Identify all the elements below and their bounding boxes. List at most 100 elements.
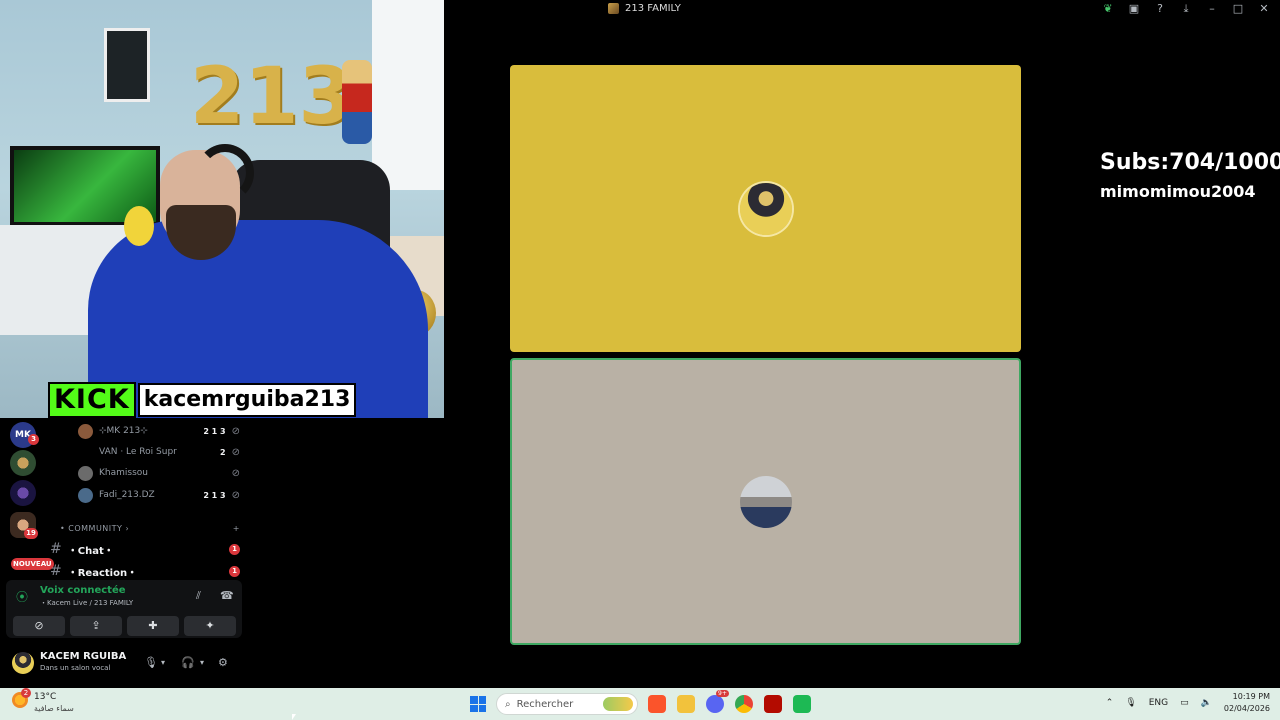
voice-member-name: VAN · Le Roi Supr <box>99 447 177 457</box>
room-number-balloons: 213 <box>190 52 353 142</box>
hash-icon: # <box>50 541 62 557</box>
activities-button[interactable]: ✚ <box>127 616 179 636</box>
search-box[interactable]: ⌕ Rechercher <box>496 693 638 715</box>
network-icon[interactable]: ▭ <box>1180 698 1189 708</box>
channel-name: ・Reaction・ <box>67 567 138 579</box>
weather-badge: 2 <box>21 688 31 698</box>
category-label: • COMMUNITY › <box>60 524 130 533</box>
discord-icon[interactable]: 9+ <box>706 690 729 713</box>
user-status: Dans un salon vocal <box>40 664 111 672</box>
wall-frame <box>104 28 150 102</box>
microphone-icon[interactable]: 🎙 <box>144 656 158 669</box>
channel-chat[interactable]: # ・Chat・ 1 <box>50 541 240 557</box>
voice-member[interactable]: Fadi_213.DZ 2 1 3 ⊘ <box>78 486 240 504</box>
voice-member[interactable]: Khamissou ⊘ <box>78 464 240 482</box>
title-bar: 213 FAMILY ❦ ▣ ? ⤓ – □ ✕ <box>444 0 1280 22</box>
brave-browser-icon[interactable] <box>648 695 666 713</box>
headset <box>196 144 254 202</box>
voice-member-name: Khamissou <box>99 468 148 478</box>
channel-reaction[interactable]: # ・Reaction・ 1 <box>50 563 240 579</box>
noise-suppression-icon[interactable]: ⫽ <box>196 589 201 603</box>
avatar <box>78 423 93 439</box>
jersey <box>372 0 444 190</box>
kick-logo: KICK <box>48 382 136 418</box>
video-tile-2[interactable] <box>510 358 1021 645</box>
kick-banner: KICK kacemrguiba213 <box>48 382 357 418</box>
voice-status[interactable]: Voix connectée <box>40 585 126 596</box>
unread-badge: 1 <box>229 565 240 577</box>
app-icon[interactable] <box>793 695 811 713</box>
clan-tag: 2 1 3 <box>203 490 226 500</box>
system-tray: ⌃ 🎙 ENG ▭ 🔈 10:19 PM 02/04/2026 <box>1106 691 1270 715</box>
voice-member-name: ⊹MK 213⊹ <box>99 426 148 436</box>
server-icon <box>608 3 619 14</box>
voice-member-name: Fadi_213.DZ <box>99 490 155 500</box>
maximize-icon[interactable]: □ <box>1232 3 1244 15</box>
microphone-tray-icon[interactable]: 🎙 <box>1125 698 1136 708</box>
headphones-icon[interactable]: 🎧 <box>181 656 195 669</box>
avatar <box>78 444 93 460</box>
nouveau-badge: NOUVEAU <box>11 558 54 570</box>
signal-icon[interactable]: ⦿ <box>16 588 28 605</box>
language-indicator[interactable]: ENG <box>1149 698 1168 708</box>
chrome-icon[interactable] <box>735 695 753 713</box>
server-badge: 19 <box>24 528 38 539</box>
screen-share-icon: ⇪ <box>91 619 101 632</box>
server-badge: 3 <box>28 434 39 445</box>
deafened-icon: ⊘ <box>231 467 240 479</box>
title-bar-controls: ❦ ▣ ? ⤓ – □ ✕ <box>1102 3 1270 15</box>
minimize-icon[interactable]: – <box>1206 3 1218 15</box>
adobe-acrobat-icon[interactable] <box>764 695 782 713</box>
voice-channel-path[interactable]: ・Kacem Live / 213 FAMILY <box>40 598 133 608</box>
add-channel-icon[interactable]: + <box>233 524 240 533</box>
help-icon[interactable]: ? <box>1154 3 1166 15</box>
clock[interactable]: 10:19 PM 02/04/2026 <box>1224 691 1270 715</box>
chevron-up-icon[interactable]: ⌃ <box>1106 698 1114 708</box>
leaf-icon[interactable]: ❦ <box>1102 3 1114 15</box>
search-highlight-art <box>603 697 633 711</box>
plush-toy <box>124 206 154 246</box>
user-avatar[interactable] <box>12 652 34 674</box>
chevron-down-icon[interactable]: ▾ <box>161 658 165 667</box>
temperature: 13°C <box>34 692 57 702</box>
soundboard-icon: ✦ <box>205 619 215 632</box>
file-explorer-icon[interactable] <box>677 695 695 713</box>
server-icon[interactable] <box>10 480 36 506</box>
mouse-cursor <box>292 714 296 720</box>
gear-icon[interactable]: ⚙ <box>218 656 228 669</box>
inbox-icon[interactable]: ▣ <box>1128 3 1140 15</box>
date: 02/04/2026 <box>1223 704 1270 713</box>
voice-member[interactable]: VAN · Le Roi Supr 2 ⊘ <box>78 443 240 461</box>
unread-badge: 1 <box>229 543 240 555</box>
window-title-area: 213 FAMILY <box>608 3 681 14</box>
clan-tag: 2 <box>220 447 226 457</box>
recent-subscriber: mimomimou2004 <box>1100 182 1256 201</box>
server-icon[interactable] <box>10 450 36 476</box>
participant-avatar <box>739 182 792 235</box>
user-name[interactable]: KACEM RGUIBA <box>40 651 126 662</box>
close-icon[interactable]: ✕ <box>1258 3 1270 15</box>
voice-member[interactable]: ⊹MK 213⊹ 2 1 3 ⊘ <box>78 422 240 440</box>
search-placeholder: Rechercher <box>516 698 574 710</box>
user-panel: KACEM RGUIBA Dans un salon vocal 🎙 ▾ 🎧 ▾… <box>6 646 242 682</box>
start-button[interactable] <box>470 696 486 712</box>
subs-counter: Subs:704/1000 <box>1100 150 1280 175</box>
activities-icon: ✚ <box>148 619 158 632</box>
camera-off-button[interactable]: ⊘ <box>13 616 65 636</box>
chevron-down-icon[interactable]: ▾ <box>200 658 204 667</box>
weather-widget[interactable]: 2 13°C سماء صافية <box>12 688 74 714</box>
discord-badge: 9+ <box>716 690 729 697</box>
screen: 213 KICK kacemrguiba213 213 FAMILY ❦ ▣ ?… <box>0 0 1280 720</box>
weather-description: سماء صافية <box>34 704 74 713</box>
window-title: 213 FAMILY <box>625 3 681 14</box>
category-community[interactable]: • COMMUNITY › + <box>60 524 240 533</box>
sun-icon: 2 <box>12 688 31 708</box>
volume-icon[interactable]: 🔈 <box>1201 698 1212 708</box>
soundboard-button[interactable]: ✦ <box>184 616 236 636</box>
clan-tag: 2 1 3 <box>203 426 226 436</box>
screen-share-button[interactable]: ⇪ <box>70 616 122 636</box>
disconnect-icon[interactable]: ☎ <box>220 589 234 602</box>
download-icon[interactable]: ⤓ <box>1180 3 1192 15</box>
deafened-icon: ⊘ <box>231 425 240 437</box>
video-tile-1[interactable] <box>510 65 1021 352</box>
